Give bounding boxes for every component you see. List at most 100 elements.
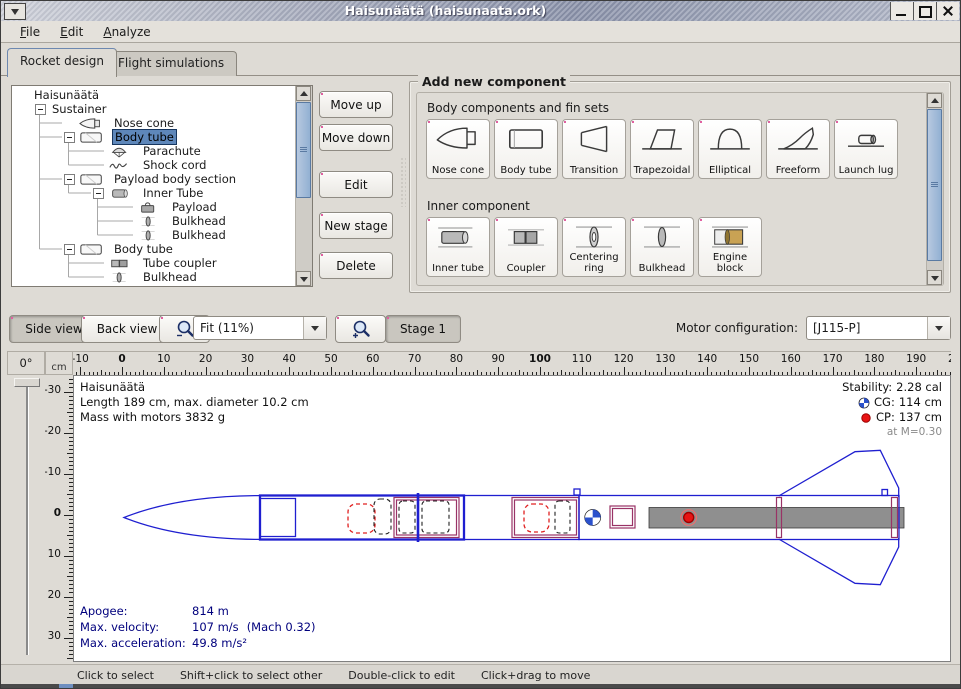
tree-item-label: Bulkhead (170, 228, 228, 242)
inner-component-label: Inner component (427, 199, 530, 213)
ruler-tick-label: 170 (823, 353, 843, 365)
component-tree: Haisunäätä Sustainer Nose cone (11, 85, 313, 287)
tree-item-icon (78, 117, 108, 130)
component-icon (770, 121, 826, 157)
chevron-down-icon[interactable] (927, 317, 950, 339)
component-button[interactable]: Inner tube (426, 217, 490, 277)
component-button[interactable]: Bulkhead (630, 217, 694, 277)
expander-icon[interactable] (35, 104, 46, 115)
ruler-tick-label: 100 (529, 353, 551, 365)
rotation-slider-track[interactable] (26, 383, 29, 655)
tree-row[interactable]: Haisunäätä (13, 88, 295, 102)
component-button[interactable]: Elliptical (698, 119, 762, 179)
top-fin[interactable] (779, 450, 899, 497)
zoom-level-combo[interactable]: Fit (11%) (193, 316, 327, 340)
splitter-handle[interactable] (400, 157, 406, 207)
status-hint: Click+drag to move (481, 669, 590, 682)
tab-flight-simulations[interactable]: Flight simulations (105, 51, 237, 76)
move-down-button[interactable]: Move down (319, 124, 393, 151)
tree-row[interactable]: Inner Tube (13, 186, 295, 200)
expander-icon[interactable] (64, 174, 75, 185)
status-hint: Click to select (77, 669, 154, 682)
tree-row[interactable]: Shock cord (13, 158, 295, 172)
component-button[interactable]: Transition (562, 119, 626, 179)
move-up-button[interactable]: Move up (319, 91, 393, 118)
tree-row[interactable]: Bulkhead (13, 228, 295, 242)
expander-icon[interactable] (64, 244, 75, 255)
minimize-button[interactable] (890, 2, 913, 20)
component-button[interactable]: Launch lug (834, 119, 898, 179)
component-label: Body tube (500, 166, 551, 177)
tree-row[interactable]: Bulkhead (13, 214, 295, 228)
chevron-down-icon[interactable] (303, 317, 326, 339)
new-stage-button[interactable]: New stage (319, 212, 393, 239)
menu-bar: File Edit Analyze (1, 21, 960, 43)
tree-scrollbar[interactable] (295, 86, 312, 286)
tree-row[interactable]: Body tube (13, 242, 295, 256)
payload-body-section[interactable] (464, 496, 579, 540)
scroll-down-icon[interactable] (927, 270, 942, 285)
component-button[interactable]: Coupler (494, 217, 558, 277)
tree-row[interactable]: Payload body section (13, 172, 295, 186)
expander-icon[interactable] (64, 132, 75, 143)
tree-row[interactable]: Parachute (13, 144, 295, 158)
stability-value: 2.28 cal (896, 380, 942, 395)
tree-row[interactable]: Tube coupler (13, 256, 295, 270)
component-icon (634, 121, 690, 157)
stability-label: Stability: (842, 380, 892, 395)
component-button[interactable]: Engine block (698, 217, 762, 277)
component-button[interactable]: Freeform (766, 119, 830, 179)
edit-button[interactable]: Edit (319, 171, 393, 198)
tab-rocket-design[interactable]: Rocket design (7, 48, 117, 77)
maximize-button[interactable] (913, 2, 936, 20)
bulkhead[interactable] (555, 501, 570, 533)
bulkhead[interactable] (422, 501, 449, 533)
delete-button[interactable]: Delete (319, 252, 393, 279)
launch-lug[interactable] (882, 490, 888, 496)
scroll-up-icon[interactable] (927, 93, 942, 108)
title-bar[interactable]: Haisunäätä (haisunaata.ork) (1, 1, 960, 21)
component-icon (702, 219, 758, 255)
tube-coupler[interactable] (610, 506, 635, 528)
menu-item[interactable]: Analyze (94, 23, 159, 41)
body-components-label: Body components and fin sets (427, 101, 609, 115)
tree-row[interactable]: Nose cone (13, 116, 295, 130)
tree-row[interactable]: Sustainer (13, 102, 295, 116)
tree-row[interactable]: Payload (13, 200, 295, 214)
component-scrollbar-thumb[interactable] (927, 109, 942, 261)
tree-scrollbar-thumb[interactable] (296, 102, 311, 198)
parachute[interactable] (348, 504, 375, 533)
component-icon (566, 219, 622, 255)
zoom-level-value: Fit (11%) (194, 321, 303, 335)
ruler-tick-label: 110 (572, 353, 592, 365)
shock-cord[interactable] (374, 499, 391, 534)
zoom-in-button[interactable] (335, 315, 386, 343)
tab-strip: Rocket design Flight simulations (1, 43, 960, 76)
component-scrollbar[interactable] (926, 93, 943, 285)
bottom-fin[interactable] (779, 538, 899, 585)
cp-label: CP: (876, 410, 895, 425)
nose-cone[interactable] (124, 496, 260, 540)
parachute[interactable] (524, 504, 549, 532)
component-button[interactable]: Body tube (494, 119, 558, 179)
tree-row[interactable]: Body tube (13, 130, 295, 144)
component-button[interactable]: Nose cone (426, 119, 490, 179)
menu-item[interactable]: Edit (51, 23, 92, 41)
payload[interactable] (399, 501, 415, 533)
rotation-slider-column (1, 375, 45, 662)
expander-icon[interactable] (93, 188, 104, 199)
component-button[interactable]: Trapezoidal (630, 119, 694, 179)
tree-edit-buttons: Move up Move down Edit New stage Delete (319, 85, 393, 287)
component-label: Nose cone (432, 166, 484, 177)
inner-tube[interactable] (512, 498, 579, 538)
close-button[interactable] (936, 2, 959, 20)
motor-configuration-combo[interactable]: [J115-P] (806, 316, 951, 340)
tree-row[interactable]: Bulkhead (13, 270, 295, 284)
menu-item[interactable]: File (11, 23, 49, 41)
stage-1-toggle[interactable]: Stage 1 (385, 315, 461, 343)
scroll-down-icon[interactable] (296, 271, 311, 286)
scroll-up-icon[interactable] (296, 86, 311, 101)
component-button[interactable]: Centering ring (562, 217, 626, 277)
rocket-canvas[interactable]: Haisunäätä Length 189 cm, max. diameter … (73, 375, 951, 662)
rotation-slider-handle[interactable] (14, 378, 40, 387)
